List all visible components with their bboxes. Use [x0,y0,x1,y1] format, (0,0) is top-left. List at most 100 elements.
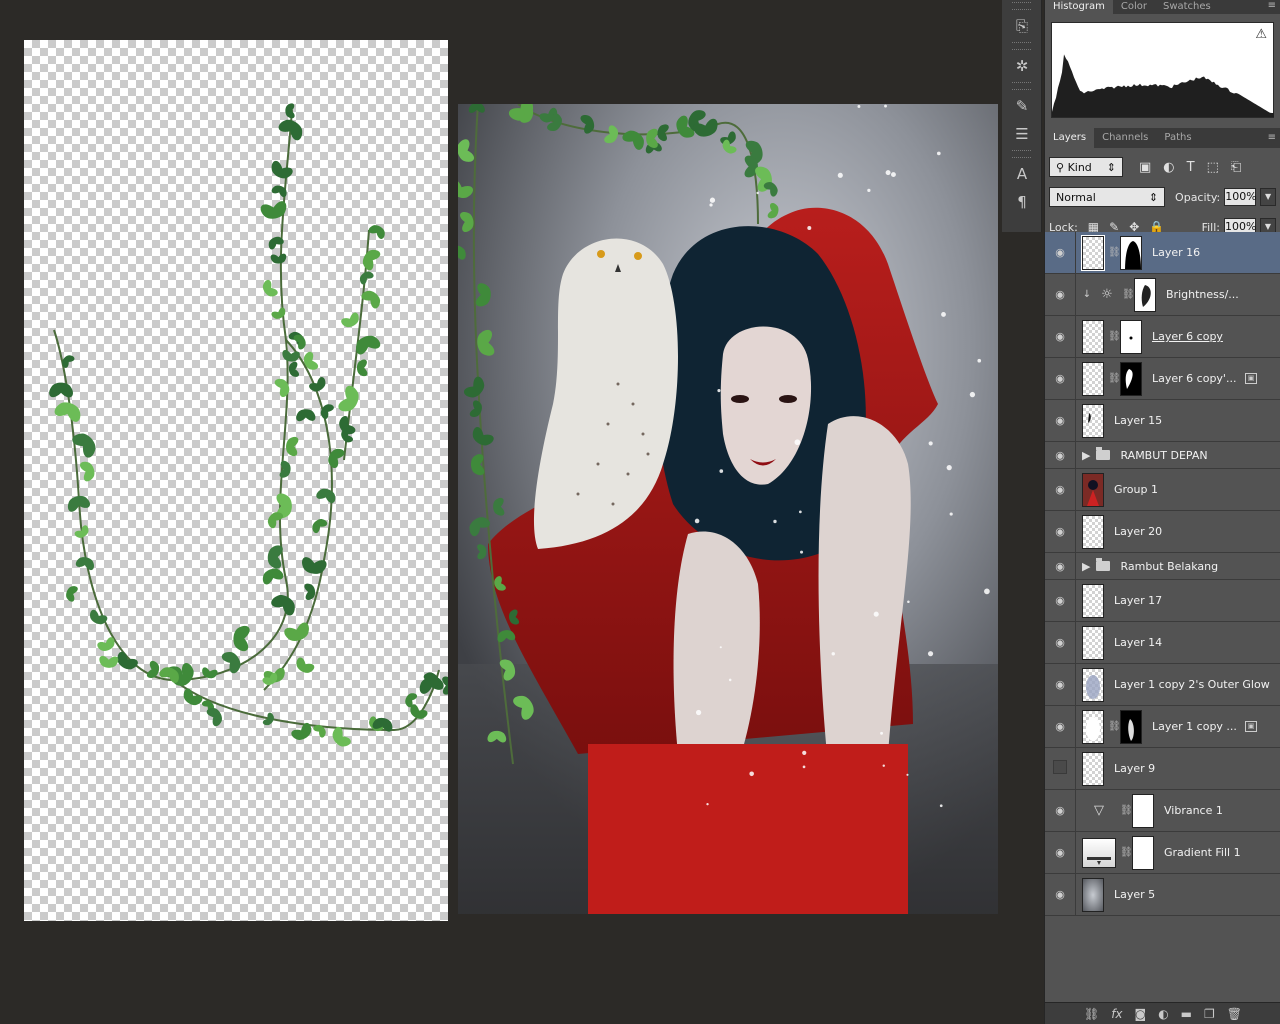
layer-row-layer-9[interactable]: Layer 9 [1045,748,1280,790]
layer-mask-thumbnail[interactable] [1134,277,1156,312]
layer-name[interactable]: Layer 1 copy 2's Outer Glow [1114,678,1270,691]
paragraph-icon[interactable]: ¶ [1002,188,1042,216]
layer-mask-thumbnail[interactable] [1120,361,1142,396]
layer-name[interactable]: Gradient Fill 1 [1164,846,1241,859]
adjustment-filter-icon[interactable]: ◐ [1163,160,1174,175]
layer-name[interactable]: Group 1 [1114,483,1158,496]
visibility-eye-icon[interactable]: ◉ [1045,678,1075,691]
layer-name[interactable]: Layer 1 copy ... [1152,720,1237,733]
mask-link-icon[interactable]: ⛓ [1108,331,1121,342]
folder-icon[interactable]: ▬ [1181,1007,1192,1021]
visibility-eye-icon[interactable]: ◉ [1045,414,1075,427]
canvas-workspace[interactable] [0,0,1000,1024]
layer-row-layer-6-copy-2[interactable]: ◉ ⛓ Layer 6 copy'... ▣ [1045,358,1280,400]
character-icon[interactable]: A [1002,160,1042,188]
layer-name[interactable]: Layer 15 [1114,414,1162,427]
tab-histogram[interactable]: Histogram [1045,0,1113,14]
visibility-eye-icon[interactable]: ◉ [1045,246,1075,259]
cache-warning-icon[interactable]: ⚠ [1255,27,1267,42]
layer-row-layer-17[interactable]: ◉ Layer 17 [1045,580,1280,622]
layer-row-vibrance-1[interactable]: ◉ ▽ ⛓ Vibrance 1 [1045,790,1280,832]
layer-row-layer-6-copy[interactable]: ◉ ⛓ Layer 6 copy [1045,316,1280,358]
mask-icon[interactable]: ◙ [1135,1007,1147,1021]
layer-mask-thumbnail[interactable] [1120,709,1142,744]
layer-name[interactable]: Layer 5 [1114,888,1155,901]
layer-list[interactable]: ◉ ⛓ Layer 16 ◉ ↓ ☼ ⛓ Brightness/... ◉ ⛓ … [1045,232,1280,994]
layer-row-brightness[interactable]: ◉ ↓ ☼ ⛓ Brightness/... [1045,274,1280,316]
layer-row-layer-14[interactable]: ◉ Layer 14 [1045,622,1280,664]
visibility-eye-icon[interactable]: ◉ [1045,372,1075,385]
mask-link-icon[interactable]: ⛓ [1108,247,1121,258]
visibility-eye-icon[interactable]: ◉ [1045,288,1075,301]
visibility-eye-icon[interactable]: ◉ [1045,594,1075,607]
visibility-off-icon[interactable] [1045,760,1075,777]
layer-row-layer-16[interactable]: ◉ ⛓ Layer 16 [1045,232,1280,274]
tab-paths[interactable]: Paths [1156,128,1199,148]
mask-link-icon[interactable]: ⛓ [1120,805,1133,816]
type-filter-icon[interactable]: T [1187,160,1195,175]
blend-mode-select[interactable]: Normal ⇕ [1049,187,1166,207]
opacity-input[interactable]: 100% [1224,188,1257,206]
layer-group-rambut-belakang[interactable]: ◉ ▶ Rambut Belakang [1045,553,1280,580]
strip-grip[interactable] [1012,2,1031,10]
tab-color[interactable]: Color [1113,0,1155,14]
visibility-eye-icon[interactable]: ◉ [1045,846,1075,859]
layer-name[interactable]: Layer 14 [1114,636,1162,649]
layer-name[interactable]: Vibrance 1 [1164,804,1223,817]
layer-mask-thumbnail[interactable] [1120,319,1142,354]
layer-row-layer-20[interactable]: ◉ Layer 20 [1045,511,1280,553]
layer-name[interactable]: Layer 6 copy [1152,330,1223,343]
visibility-eye-icon[interactable]: ◉ [1045,560,1075,573]
navigator-icon[interactable]: ✲ [1002,52,1042,80]
smart-object-filter-icon[interactable]: ⎗ [1231,160,1241,175]
layer-mask-thumbnail[interactable] [1120,235,1142,270]
layer-name[interactable]: Brightness/... [1166,288,1239,301]
layer-name[interactable]: RAMBUT DEPAN [1120,449,1207,462]
new-layer-icon[interactable]: ❐ [1204,1007,1215,1021]
history-icon[interactable]: ⎘ [1002,12,1042,40]
visibility-eye-icon[interactable]: ◉ [1045,636,1075,649]
tab-channels[interactable]: Channels [1094,128,1156,148]
filter-kind-select[interactable]: ⚲ Kind ⇕ [1049,157,1123,177]
mask-link-icon[interactable]: ⛓ [1122,289,1135,300]
adjustment-icon[interactable]: ◐ [1158,1007,1168,1021]
layer-mask-thumbnail[interactable] [1132,793,1154,828]
layer-name[interactable]: Layer 17 [1114,594,1162,607]
trash-icon[interactable]: 🗑 [1227,1007,1242,1021]
expand-triangle-icon[interactable]: ▶ [1082,560,1090,573]
layer-name[interactable]: Layer 6 copy'... [1152,372,1236,385]
strip-grip[interactable] [1012,82,1031,90]
strip-grip[interactable] [1012,150,1031,158]
layer-name[interactable]: Layer 16 [1152,246,1200,259]
visibility-eye-icon[interactable]: ◉ [1045,804,1075,817]
tab-swatches[interactable]: Swatches [1155,0,1219,14]
layer-mask-thumbnail[interactable] [1132,835,1154,870]
layer-group-rambut-depan[interactable]: ◉ ▶ RAMBUT DEPAN [1045,442,1280,469]
brush-presets-icon[interactable]: ✎ [1002,92,1042,120]
layer-row-outer-glow[interactable]: ◉ Layer 1 copy 2's Outer Glow [1045,664,1280,706]
expand-triangle-icon[interactable]: ▶ [1082,449,1090,462]
link-icon[interactable]: ⛓ [1084,1007,1099,1021]
panel-menu-icon[interactable]: ≡ [1268,132,1276,144]
panel-menu-icon[interactable]: ≡ [1268,0,1276,12]
visibility-eye-icon[interactable]: ◉ [1045,888,1075,901]
fx-icon[interactable]: fx [1111,1007,1122,1021]
shape-filter-icon[interactable]: ⬚ [1207,160,1219,175]
layer-name[interactable]: Layer 20 [1114,525,1162,538]
ivy-document-canvas[interactable] [24,40,448,921]
opacity-slider-toggle[interactable]: ▼ [1260,188,1276,206]
layer-row-layer-1-copy[interactable]: ◉ ⛓ Layer 1 copy ... ▣ [1045,706,1280,748]
pixel-filter-icon[interactable]: ▣ [1139,160,1151,175]
layer-name[interactable]: Rambut Belakang [1120,560,1218,573]
mask-link-icon[interactable]: ⛓ [1108,373,1121,384]
visibility-eye-icon[interactable]: ◉ [1045,449,1075,462]
layer-row-layer-15[interactable]: ◉ Layer 15 [1045,400,1280,442]
visibility-eye-icon[interactable]: ◉ [1045,330,1075,343]
visibility-eye-icon[interactable]: ◉ [1045,525,1075,538]
strip-grip[interactable] [1012,42,1031,50]
visibility-eye-icon[interactable]: ◉ [1045,720,1075,733]
layer-name[interactable]: Layer 9 [1114,762,1155,775]
mask-link-icon[interactable]: ⛓ [1108,721,1121,732]
visibility-eye-icon[interactable]: ◉ [1045,483,1075,496]
main-artwork-canvas[interactable] [458,104,998,914]
